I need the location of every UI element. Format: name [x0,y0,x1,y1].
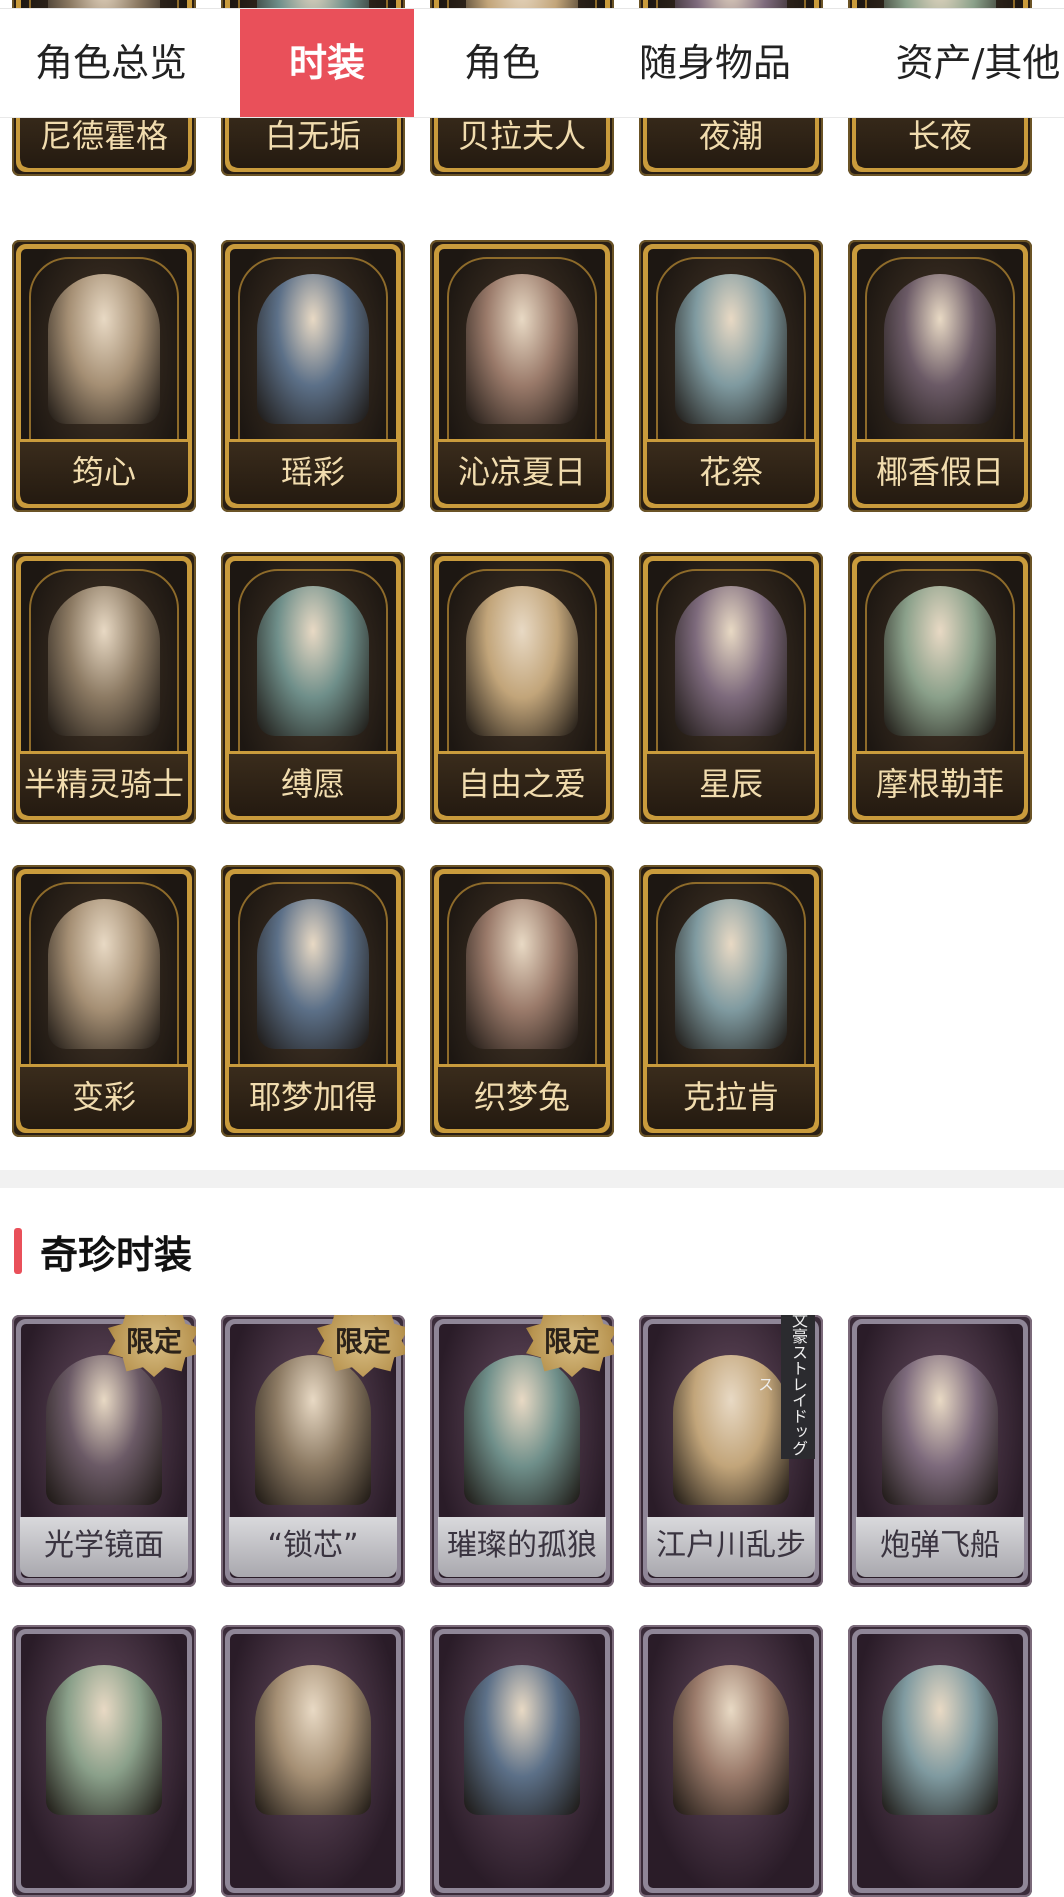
character-portrait [884,586,996,736]
costume-name: 星辰 [647,751,815,816]
costume-card[interactable]: 花祭 [639,240,823,512]
costume-card[interactable]: 半精灵骑士 [12,552,196,824]
rare-costume-card[interactable] [221,1625,405,1897]
rare-costume-card[interactable]: 光学镜面 限定 [12,1315,196,1587]
costume-name: 变彩 [20,1064,188,1129]
section-divider [0,1170,1064,1188]
section-accent-bar [14,1228,22,1274]
character-portrait [464,1355,580,1505]
costume-name: 沁凉夏日 [438,439,606,504]
character-portrait [257,586,369,736]
costume-card[interactable]: 变彩 [12,865,196,1137]
costume-name: 织梦兔 [438,1064,606,1129]
character-portrait [464,1665,580,1815]
costume-name: “锁芯” [229,1517,397,1577]
character-portrait [257,899,369,1049]
character-portrait [255,1355,371,1505]
character-portrait [466,899,578,1049]
character-portrait [466,586,578,736]
costume-card[interactable]: 星辰 [639,552,823,824]
tab-characters[interactable]: 角色 [432,9,572,117]
rare-costume-card[interactable]: 炮弹飞船 [848,1315,1032,1587]
collab-badge: 文豪ストレイドッグス [755,1315,815,1459]
collab-logo-icon [729,1625,815,1669]
collab-logo-icon [520,1625,606,1669]
costume-name: 璀璨的孤狼 [438,1517,606,1577]
costume-name: 摩根勒菲 [856,751,1024,816]
costume-card[interactable]: 沁凉夏日 [430,240,614,512]
character-portrait [46,1355,162,1505]
costume-card[interactable]: 筠心 [12,240,196,512]
costume-name: 缚愿 [229,751,397,816]
rare-costumes-heading: 奇珍时装 [40,1233,193,1277]
character-portrait [675,274,787,424]
character-portrait [48,586,160,736]
costume-card[interactable]: 织梦兔 [430,865,614,1137]
character-portrait [673,1665,789,1815]
character-portrait [882,1665,998,1815]
category-tab-bar: 角色总览 时装 角色 随身物品 资产/其他 [0,8,1064,118]
character-portrait [48,899,160,1049]
costume-name: 椰香假日 [856,439,1024,504]
costume-name: 瑶彩 [229,439,397,504]
costume-name: 耶梦加得 [229,1064,397,1129]
costume-name: 自由之爱 [438,751,606,816]
costume-card[interactable]: 椰香假日 [848,240,1032,512]
character-portrait [675,899,787,1049]
character-portrait [882,1355,998,1505]
character-portrait [675,586,787,736]
costume-card[interactable]: 克拉肯 [639,865,823,1137]
rare-costume-card[interactable] [848,1625,1032,1897]
character-portrait [884,274,996,424]
costume-card[interactable]: 耶梦加得 [221,865,405,1137]
tab-assets-other[interactable]: 资产/其他 [878,9,1064,117]
costume-name: 筠心 [20,439,188,504]
costume-card[interactable]: 自由之爱 [430,552,614,824]
character-portrait [257,274,369,424]
rare-costume-card[interactable]: “锁芯” 限定 [221,1315,405,1587]
collab-logo-icon [102,1625,188,1669]
character-portrait [255,1665,371,1815]
costume-name: 克拉肯 [647,1064,815,1129]
costume-name: 光学镜面 [20,1517,188,1577]
costume-name: 半精灵骑士 [20,751,188,816]
character-portrait [46,1665,162,1815]
rare-costume-card[interactable] [430,1625,614,1897]
tab-character-overview[interactable]: 角色总览 [0,9,222,117]
character-portrait [48,274,160,424]
rare-costume-card[interactable]: 璀璨的孤狼 限定 [430,1315,614,1587]
costume-card[interactable]: 瑶彩 [221,240,405,512]
collab-logo-icon [938,1625,1024,1669]
costume-name: 炮弹飞船 [856,1517,1024,1577]
character-portrait [466,274,578,424]
collab-logo-icon [938,1315,1024,1359]
costume-name: 江户川乱步 [647,1517,815,1577]
collab-logo-icon [311,1625,397,1669]
costume-card[interactable]: 摩根勒菲 [848,552,1032,824]
tab-costumes[interactable]: 时装 [240,9,414,117]
rare-costume-card[interactable] [639,1625,823,1897]
costume-card[interactable]: 缚愿 [221,552,405,824]
rare-costume-card[interactable] [12,1625,196,1897]
rare-costume-card[interactable]: 江户川乱步 文豪ストレイドッグス [639,1315,823,1587]
tab-accessories[interactable]: 随身物品 [610,9,820,117]
costume-name: 花祭 [647,439,815,504]
